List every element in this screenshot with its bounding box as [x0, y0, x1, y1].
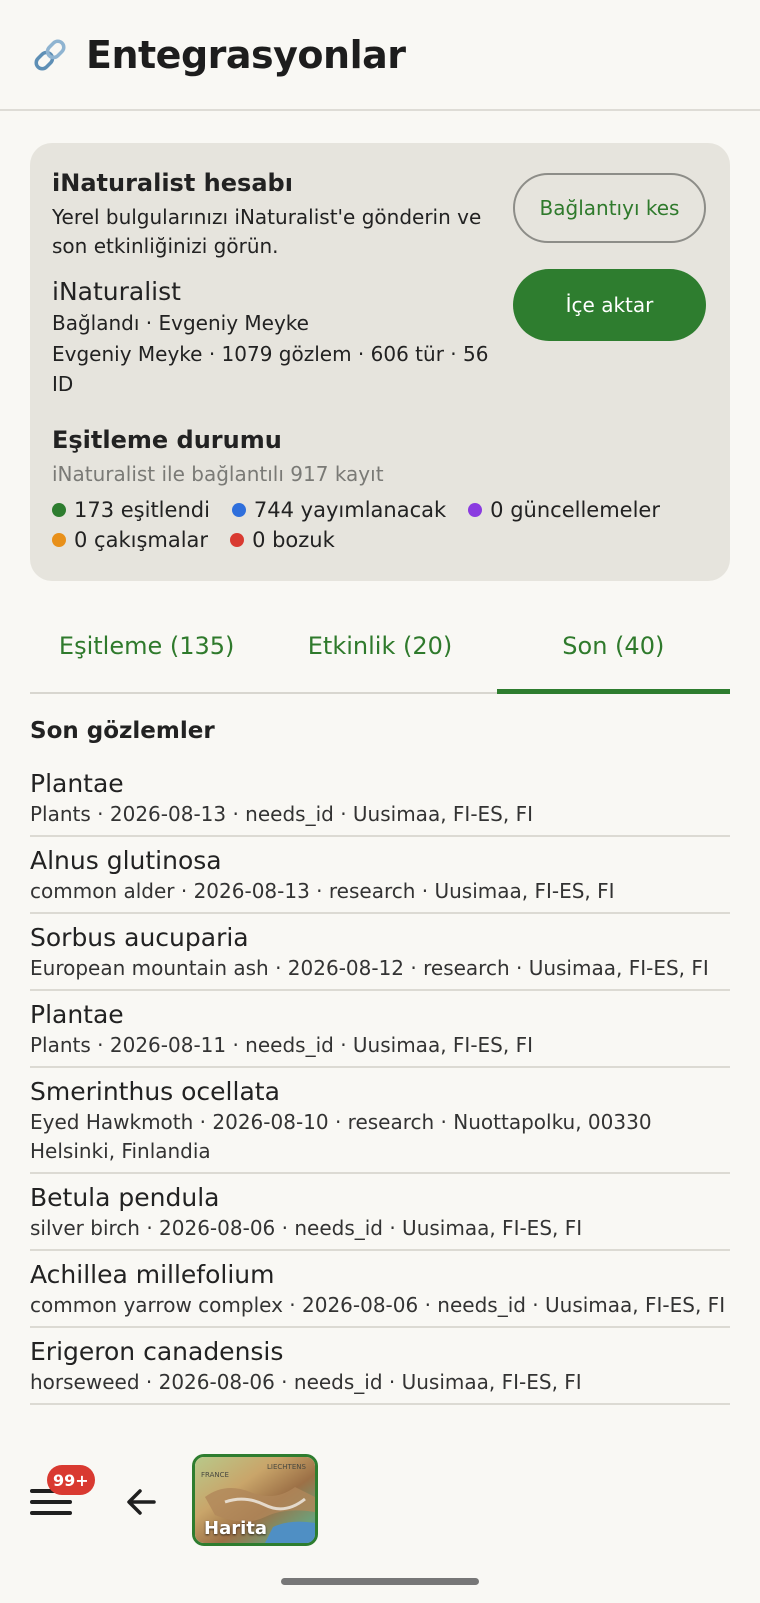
tab-recent[interactable]: Son (40) [496, 600, 731, 694]
list-item[interactable]: Plantae Plants · 2026-08-13 · needs_id · … [30, 760, 730, 837]
link-icon [34, 38, 66, 71]
sync-legend: 173 eşitlendi 744 yayımlanacak 0 güncell… [52, 498, 712, 552]
list-item[interactable]: Achillea millefolium common yarrow comple… [30, 1251, 730, 1328]
status-dot-icon [52, 503, 66, 517]
tab-sync[interactable]: Eşitleme (135) [30, 600, 263, 692]
legend-synced: 173 eşitlendi [52, 498, 210, 522]
map-button[interactable]: FRANCE LIECHTENS Harita [192, 1454, 318, 1546]
import-button[interactable]: İçe aktar [513, 269, 706, 341]
list-item[interactable]: Erigeron canadensis horseweed · 2026-08-0… [30, 1328, 730, 1405]
status-dot-icon [468, 503, 483, 517]
status-dot-icon [230, 533, 245, 547]
home-indicator[interactable] [281, 1578, 479, 1585]
page-header: Entegrasyonlar [0, 0, 760, 111]
tab-bar: Eşitleme (135) Etkinlik (20) Son (40) [30, 600, 731, 694]
map-place-label: FRANCE [201, 1471, 229, 1479]
account-description: Yerel bulgularınızı iNaturalist'e gönder… [52, 205, 482, 258]
back-arrow-icon[interactable] [120, 1480, 164, 1524]
status-dot-icon [231, 503, 246, 517]
legend-to-publish: 744 yayımlanacak [231, 498, 446, 522]
map-label: Harita [204, 1518, 268, 1539]
legend-broken: 0 bozuk [230, 528, 335, 552]
account-title: iNaturalist hesabı [52, 169, 293, 197]
list-item[interactable]: Alnus glutinosa common alder · 2026-08-13… [30, 837, 730, 914]
page-title: Entegrasyonlar [86, 32, 406, 77]
account-stats: Evgeniy Meyke · 1079 gözlem · 606 tür · … [52, 342, 489, 396]
legend-updates: 0 güncellemeler [468, 498, 660, 522]
service-name: iNaturalist [52, 277, 181, 306]
legend-conflicts: 0 çakışmalar [52, 528, 208, 552]
list-item[interactable]: Smerinthus ocellata Eyed Hawkmoth · 2026-… [30, 1068, 730, 1174]
list-item[interactable]: Sorbus aucuparia European mountain ash · … [30, 914, 730, 991]
sync-status-subtitle: iNaturalist ile bağlantılı 917 kayıt [52, 462, 384, 486]
recent-observations-title: Son gözlemler [30, 718, 215, 744]
recent-observations-list: Plantae Plants · 2026-08-13 · needs_id · … [30, 760, 730, 1405]
list-item[interactable]: Plantae Plants · 2026-08-11 · needs_id · … [30, 991, 730, 1068]
map-place-label: LIECHTENS [267, 1463, 306, 1471]
status-dot-icon [52, 533, 66, 547]
list-item[interactable]: Betula pendula silver birch · 2026-08-06 … [30, 1174, 730, 1251]
bottom-toolbar: 99+ FRANCE LIECHTENS Harita [0, 1440, 760, 1603]
disconnect-button[interactable]: Bağlantıyı kes [513, 173, 706, 243]
connection-status: Bağlandı · Evgeniy Meyke [52, 311, 309, 335]
inaturalist-account-card: iNaturalist hesabı Yerel bulgularınızı i… [30, 143, 730, 581]
tab-activity[interactable]: Etkinlik (20) [263, 600, 496, 692]
sync-status-title: Eşitleme durumu [52, 426, 282, 454]
notification-badge: 99+ [47, 1465, 95, 1495]
